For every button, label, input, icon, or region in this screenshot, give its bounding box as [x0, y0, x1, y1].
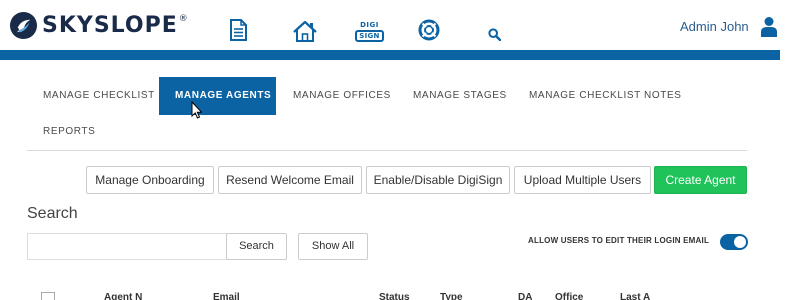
column-header-agent-name[interactable]: Agent N: [104, 292, 142, 300]
home-icon[interactable]: [292, 20, 318, 43]
mouse-pointer-icon: [191, 100, 203, 124]
column-header-email[interactable]: Email: [213, 292, 240, 300]
user-name[interactable]: Admin John: [680, 19, 749, 34]
create-agent-button[interactable]: Create Agent: [654, 166, 747, 194]
search-input[interactable]: [27, 233, 227, 260]
column-header-last-activity[interactable]: Last A: [620, 292, 650, 300]
tabs-divider: [27, 150, 747, 151]
digisign-icon[interactable]: DIGI SIGN: [355, 21, 384, 43]
allow-edit-login-email-toggle[interactable]: [720, 234, 748, 250]
resend-welcome-email-button[interactable]: Resend Welcome Email: [218, 166, 362, 194]
tab-reports[interactable]: REPORTS: [43, 113, 95, 151]
show-all-button[interactable]: Show All: [298, 233, 368, 260]
tab-manage-stages[interactable]: MANAGE STAGES: [413, 77, 507, 115]
tab-manage-checklist-notes[interactable]: MANAGE CHECKLIST NOTES: [529, 77, 682, 115]
manage-onboarding-button[interactable]: Manage Onboarding: [86, 166, 214, 194]
column-header-type[interactable]: Type: [440, 292, 463, 300]
brand-name: SKYSLOPE®: [42, 12, 189, 38]
search-button[interactable]: Search: [226, 233, 287, 260]
column-header-status[interactable]: Status: [379, 292, 410, 300]
document-icon[interactable]: [229, 19, 247, 41]
page-right-margin: [780, 50, 788, 300]
digisign-bottom-label: SIGN: [355, 30, 384, 42]
search-heading: Search: [27, 205, 78, 222]
agents-table-header: Agent N Email Status Type DA Office Last…: [0, 290, 788, 300]
column-header-da[interactable]: DA: [518, 292, 532, 300]
toggle-knob: [734, 236, 746, 248]
search-icon[interactable]: [488, 28, 501, 41]
enable-disable-digisign-button[interactable]: Enable/Disable DigiSign: [366, 166, 510, 194]
tab-manage-checklist[interactable]: MANAGE CHECKLIST: [43, 77, 155, 115]
digisign-top-label: DIGI: [360, 21, 379, 29]
allow-edit-login-email-label: ALLOW USERS TO EDIT THEIR LOGIN EMAIL: [528, 236, 710, 245]
user-icon[interactable]: [761, 16, 777, 42]
skyslope-logo-icon: [9, 11, 38, 39]
tab-manage-agents[interactable]: MANAGE AGENTS: [159, 77, 276, 115]
top-navigation-bar: SKYSLOPE® DIGI SIGN Admin John: [0, 0, 788, 50]
header-accent-strip: [0, 50, 780, 60]
skyslope-logo[interactable]: SKYSLOPE®: [9, 10, 188, 40]
column-header-office[interactable]: Office: [555, 292, 583, 300]
tab-manage-offices[interactable]: MANAGE OFFICES: [293, 77, 391, 115]
lifebuoy-icon[interactable]: [418, 19, 440, 41]
upload-multiple-users-button[interactable]: Upload Multiple Users: [514, 166, 651, 194]
select-all-checkbox[interactable]: [41, 292, 55, 300]
